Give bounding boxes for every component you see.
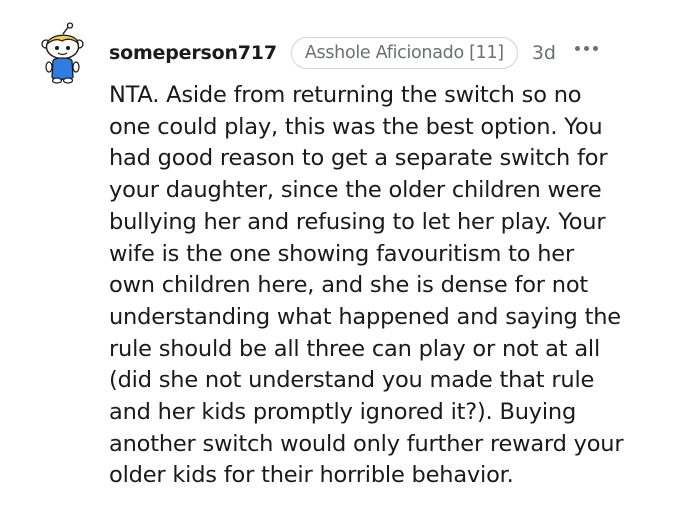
comment-body-line: one could play, this was the best option… [109,113,603,140]
username-link[interactable]: someperson717 [109,42,277,64]
comment-body-line: your daughter, since the older children … [109,177,602,204]
comment-body-line: and her kids promptly ignored it?). Buyi… [109,399,577,426]
comment-body-line: NTA. Aside from returning the switch so … [109,82,582,108]
comment-body-line: older kids for their horrible behavior. [109,462,514,489]
comment-body-line: another switch would only further reward… [109,430,624,457]
user-flair-badge: Asshole Aficionado [11] [290,37,518,69]
comment-body-line: wife is the one showing favouritism to h… [109,240,575,267]
comment-header: someperson717 Asshole Aficionado [11] 3d [109,36,601,70]
comment-body-line: own children here, and she is dense for … [109,272,589,299]
comment-body-line: understanding what happened and saying t… [109,303,621,330]
user-avatar[interactable] [32,22,96,86]
comment-body-line: rule should be all three can play or not… [109,335,601,362]
comment-body-line: (did she not understand you made that ru… [109,367,595,394]
comment-body: NTA. Aside from returning the switch so … [109,80,684,492]
snoo-avatar-icon [41,22,84,84]
more-options-icon[interactable] [573,43,601,53]
comment-timestamp[interactable]: 3d [532,42,556,64]
comment-body-line: bullying her and refusing to let her pla… [109,208,606,235]
comment-body-line: had good reason to get a separate switch… [109,145,608,172]
comment: someperson717 Asshole Aficionado [11] 3d… [0,0,700,518]
